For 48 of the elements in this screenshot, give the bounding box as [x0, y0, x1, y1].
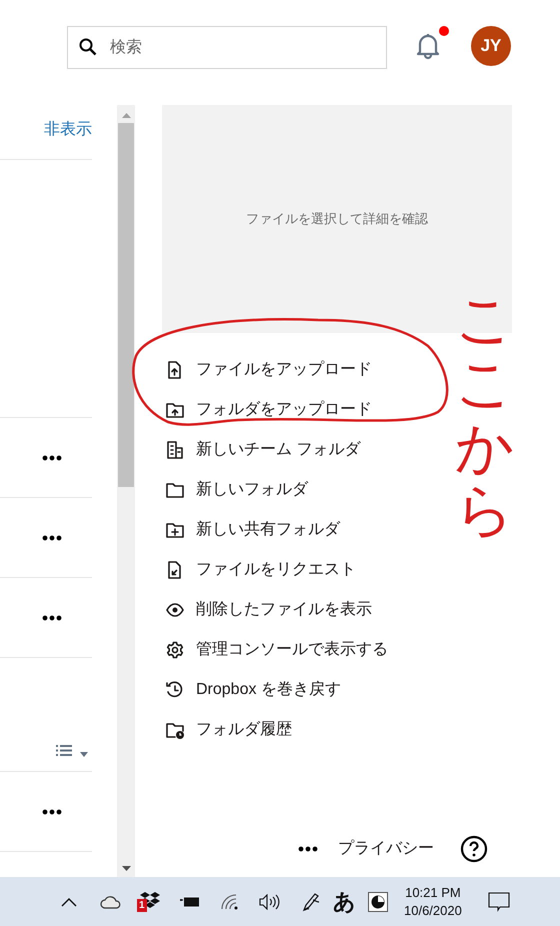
ime-mode-indicator[interactable]: あ — [333, 885, 356, 918]
handwritten-note: ここから — [455, 288, 513, 544]
app-icon[interactable] — [368, 892, 388, 912]
list-view-icon[interactable] — [56, 744, 72, 757]
hide-link[interactable]: 非表示 — [44, 118, 92, 142]
folder-clock-icon — [166, 721, 184, 739]
scrollbar[interactable] — [117, 105, 135, 877]
rewind-clock-icon — [166, 681, 184, 699]
caret-icon[interactable] — [80, 752, 88, 757]
wifi-icon[interactable] — [221, 894, 239, 910]
file-request-icon — [166, 561, 184, 579]
menu-item[interactable]: フォルダをアップロード — [162, 390, 372, 430]
clock[interactable]: 10:21 PM 10/6/2020 — [404, 884, 462, 920]
search-icon — [79, 38, 97, 56]
avatar[interactable]: JY — [471, 26, 511, 66]
help-icon[interactable] — [460, 835, 488, 863]
menu-item[interactable]: フォルダ履歴 — [162, 710, 292, 750]
menu-item[interactable]: ファイルをアップロード — [162, 350, 372, 390]
menu-item[interactable]: 新しい共有フォルダ — [162, 510, 340, 550]
settings-icon — [166, 641, 184, 659]
cloud-icon[interactable] — [100, 894, 122, 908]
more-icon[interactable] — [298, 846, 318, 852]
more-icon[interactable] — [42, 808, 62, 814]
eye-icon — [166, 601, 184, 619]
menu-item[interactable]: 新しいチーム フォルダ — [162, 430, 360, 470]
chevron-up-icon[interactable] — [61, 896, 77, 906]
notification-center-icon[interactable] — [488, 892, 510, 912]
menu-item[interactable]: 削除したファイルを表示 — [162, 590, 372, 630]
search-field[interactable]: 検索 — [67, 26, 387, 69]
battery-icon[interactable] — [180, 896, 200, 908]
scroll-down-arrow-icon[interactable] — [122, 866, 130, 871]
menu-item[interactable]: Dropbox を巻き戻す — [162, 670, 341, 710]
speaker-icon[interactable] — [259, 894, 281, 910]
pen-icon[interactable] — [301, 892, 321, 912]
more-icon[interactable] — [42, 454, 62, 460]
shared-folder-icon — [166, 521, 184, 539]
menu-item[interactable]: ファイルをリクエスト — [162, 550, 356, 590]
folder-icon — [166, 481, 184, 499]
more-icon[interactable] — [42, 534, 62, 540]
bell-icon[interactable] — [415, 32, 441, 60]
team-folder-icon — [166, 441, 184, 459]
menu-item[interactable]: 新しいフォルダ — [162, 470, 308, 510]
file-upload-icon — [166, 361, 184, 379]
folder-upload-icon — [166, 401, 184, 419]
menu-item[interactable]: 管理コンソールで表示する — [162, 630, 388, 670]
count-badge: 1 — [137, 898, 147, 912]
more-icon[interactable] — [42, 614, 62, 620]
privacy-link[interactable]: プライバシー — [338, 837, 434, 861]
